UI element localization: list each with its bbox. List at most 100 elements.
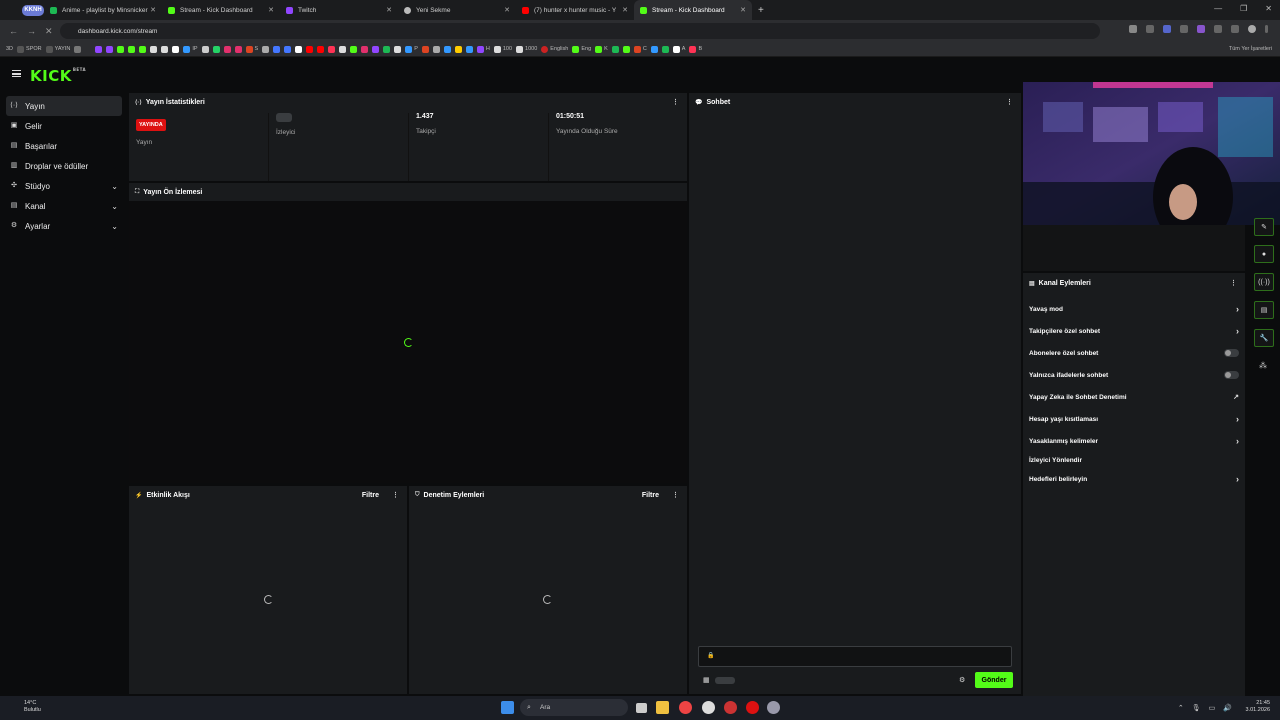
bookmark[interactable] bbox=[234, 45, 242, 53]
opera-icon[interactable] bbox=[746, 701, 759, 714]
sidebar-item-stream[interactable]: ⟨·⟩ Yayın bbox=[6, 96, 122, 116]
forward-icon[interactable]: → bbox=[27, 26, 36, 36]
sidebar-item-income[interactable]: ▣ Gelir bbox=[0, 116, 128, 136]
chat-input[interactable]: 🔒 bbox=[698, 646, 1012, 667]
kebab-menu-icon[interactable]: ⋮ bbox=[672, 491, 679, 499]
bookmark[interactable] bbox=[212, 45, 220, 53]
bookmark[interactable]: SPOR bbox=[17, 45, 42, 53]
kebab-menu-icon[interactable]: ⋮ bbox=[1006, 98, 1013, 106]
bookmark[interactable]: S bbox=[245, 45, 258, 53]
bookmark[interactable] bbox=[106, 45, 114, 53]
sidebar-item-settings[interactable]: ⚙ Ayarlar ⌄ bbox=[0, 216, 128, 236]
close-window-icon[interactable]: ✕ bbox=[1265, 4, 1272, 13]
bookmark[interactable] bbox=[161, 45, 169, 53]
emotes-only-toggle[interactable] bbox=[1224, 371, 1239, 379]
bookmark[interactable] bbox=[432, 45, 440, 53]
bookmark[interactable]: IP bbox=[183, 45, 198, 53]
account-age-row[interactable]: Hesap yaşı kısıtlaması › bbox=[1023, 408, 1245, 430]
hamburger-menu-icon[interactable] bbox=[12, 70, 21, 77]
file-explorer-icon[interactable] bbox=[656, 701, 669, 714]
bookmark[interactable] bbox=[74, 45, 82, 53]
close-tab-icon[interactable]: ✕ bbox=[386, 6, 392, 14]
mic-icon[interactable]: 🎙 bbox=[1192, 704, 1201, 712]
close-tab-icon[interactable]: ✕ bbox=[622, 6, 628, 14]
bookmark[interactable] bbox=[394, 45, 402, 53]
new-tab-icon[interactable]: + bbox=[758, 5, 764, 16]
ai-moderation-row[interactable]: Yapay Zeka ile Sohbet Denetimi ↗ bbox=[1023, 386, 1245, 408]
close-tab-icon[interactable]: ✕ bbox=[504, 6, 510, 14]
bookmark[interactable] bbox=[223, 45, 231, 53]
browser-tab[interactable]: (7) hunter x hunter music - YouTube ✕ bbox=[516, 0, 634, 20]
extension-icon[interactable] bbox=[1180, 25, 1188, 33]
kebab-menu-icon[interactable]: ⋮ bbox=[1230, 279, 1237, 287]
bookmark[interactable]: C bbox=[633, 45, 647, 53]
bookmark[interactable] bbox=[172, 45, 180, 53]
bookmark[interactable]: B bbox=[689, 45, 702, 53]
bookmark[interactable] bbox=[611, 45, 619, 53]
kick-logo[interactable]: KICKBETA bbox=[30, 67, 86, 85]
bookmark[interactable] bbox=[317, 45, 325, 53]
chrome-icon[interactable] bbox=[679, 701, 692, 714]
gear-icon[interactable]: ⚙ bbox=[959, 676, 965, 684]
bookmark[interactable] bbox=[95, 45, 103, 53]
rail-button-edit[interactable]: ✎ bbox=[1254, 218, 1274, 236]
followers-only-row[interactable]: Takipçilere özel sohbet › bbox=[1023, 320, 1245, 342]
obs-icon[interactable] bbox=[702, 701, 715, 714]
bookmark[interactable] bbox=[273, 45, 281, 53]
bookmark[interactable]: K bbox=[595, 45, 608, 53]
browser-tab[interactable]: Yeni Sekme ✕ bbox=[398, 0, 516, 20]
sidebar-item-channel[interactable]: ▤ Kanal ⌄ bbox=[0, 196, 128, 216]
goals-row[interactable]: Hedefleri belirleyin › bbox=[1023, 468, 1245, 490]
back-icon[interactable]: ← bbox=[9, 26, 18, 36]
windows-start-icon[interactable] bbox=[501, 701, 514, 714]
bookmark[interactable] bbox=[284, 45, 292, 53]
extension-icon[interactable] bbox=[1146, 25, 1154, 33]
steam-icon[interactable] bbox=[767, 701, 780, 714]
network-icon[interactable]: ▭ bbox=[1209, 704, 1216, 712]
bookmark[interactable]: 1000 bbox=[516, 45, 537, 53]
menu-icon[interactable] bbox=[1265, 25, 1268, 33]
bookmark[interactable] bbox=[306, 45, 314, 53]
url-input[interactable]: dashboard.kick.com/stream bbox=[60, 23, 1100, 39]
emote-icon[interactable]: ▦ bbox=[703, 676, 710, 684]
extension-icon[interactable] bbox=[1214, 25, 1222, 33]
volume-icon[interactable]: 🔊 bbox=[1223, 704, 1232, 712]
extension-icon[interactable] bbox=[1197, 25, 1205, 33]
sidebar-item-studio[interactable]: ✣ Stüdyo ⌄ bbox=[0, 176, 128, 196]
rail-button-channel[interactable]: ▤ bbox=[1254, 301, 1274, 319]
bookmark[interactable] bbox=[350, 45, 358, 53]
send-button[interactable]: Gönder bbox=[975, 672, 1013, 688]
browser-tab-active[interactable]: Stream - Kick Dashboard ✕ bbox=[634, 0, 752, 20]
sidebar-item-drops[interactable]: ▥ Droplar ve ödüller bbox=[0, 156, 128, 176]
browser-tab[interactable]: Anime - playlist by Minsnicker ✕ bbox=[44, 0, 162, 20]
avatar[interactable] bbox=[1248, 25, 1256, 33]
taskbar-search[interactable]: ⌕ Ara bbox=[520, 699, 628, 716]
all-bookmarks[interactable]: Tüm Yer İşaretleri bbox=[1229, 46, 1272, 52]
task-view-icon[interactable] bbox=[636, 703, 647, 713]
filter-button[interactable]: Filtre bbox=[642, 492, 659, 499]
subscribers-only-toggle[interactable] bbox=[1224, 349, 1239, 357]
minimize-icon[interactable]: — bbox=[1214, 4, 1222, 13]
add-widget-icon[interactable]: ⁂ bbox=[1259, 361, 1267, 370]
bookmark[interactable] bbox=[150, 45, 158, 53]
close-tab-icon[interactable]: ✕ bbox=[150, 6, 156, 14]
app-icon[interactable] bbox=[724, 701, 737, 714]
bookmark[interactable] bbox=[454, 45, 462, 53]
bookmark[interactable] bbox=[201, 45, 209, 53]
slow-mode-row[interactable]: Yavaş mod › bbox=[1023, 298, 1245, 320]
bookmark[interactable]: English bbox=[541, 45, 568, 53]
bookmark[interactable] bbox=[383, 45, 391, 53]
rail-button-broadcast[interactable]: ((·)) bbox=[1254, 273, 1274, 291]
bookmark[interactable] bbox=[443, 45, 451, 53]
bookmark[interactable] bbox=[139, 45, 147, 53]
bookmark[interactable] bbox=[361, 45, 369, 53]
chevron-up-icon[interactable]: ⌃ bbox=[1178, 704, 1184, 712]
sidebar-item-achievements[interactable]: ▤ Başarılar bbox=[0, 136, 128, 156]
bookmark[interactable]: YAYIN bbox=[45, 45, 70, 53]
bookmark[interactable] bbox=[465, 45, 473, 53]
browser-tab[interactable]: Stream - Kick Dashboard ✕ bbox=[162, 0, 280, 20]
filter-button[interactable]: Filtre bbox=[362, 492, 379, 499]
bookmark[interactable] bbox=[372, 45, 380, 53]
bookmark[interactable] bbox=[295, 45, 303, 53]
bookmark[interactable] bbox=[328, 45, 336, 53]
